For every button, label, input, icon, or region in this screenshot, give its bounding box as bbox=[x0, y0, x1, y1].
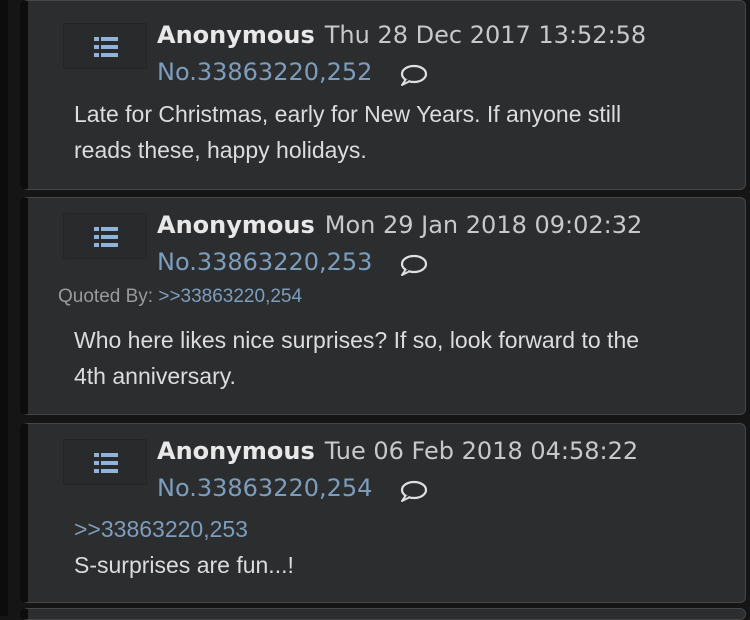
post-body: S-surprises are fun...! bbox=[74, 547, 734, 583]
post-33863220-254: Anonymous Tue 06 Feb 2018 04:58:22 No.338… bbox=[20, 423, 746, 603]
post-33863220-253: Anonymous Mon 29 Jan 2018 09:02:32 No.338… bbox=[20, 197, 746, 415]
post-body-line: reads these, happy holidays. bbox=[74, 137, 367, 163]
post-number-link[interactable]: No.33863220,254 bbox=[157, 474, 372, 502]
left-rail bbox=[0, 0, 8, 616]
post-body-line: Who here likes nice surprises? If so, lo… bbox=[74, 327, 640, 353]
post-body-line: Late for Christmas, early for New Years.… bbox=[74, 101, 622, 127]
menu-list-icon bbox=[94, 37, 118, 57]
post-body-line: 4th anniversary. bbox=[74, 363, 236, 389]
quoted-by: Quoted By: >>33863220,254 bbox=[58, 286, 302, 308]
next-post-edge bbox=[20, 608, 746, 620]
post-date: Mon 29 Jan 2018 09:02:32 bbox=[324, 211, 643, 239]
post-number-link[interactable]: No.33863220,252 bbox=[157, 58, 372, 86]
quoted-by-link[interactable]: >>33863220,254 bbox=[158, 286, 302, 307]
post-body: Who here likes nice surprises? If so, lo… bbox=[74, 322, 734, 394]
author-name: Anonymous bbox=[157, 211, 315, 239]
post-body-line: S-surprises are fun...! bbox=[74, 552, 294, 578]
quote-link[interactable]: >>33863220,253 bbox=[74, 516, 248, 543]
post-number-link[interactable]: No.33863220,253 bbox=[157, 248, 372, 276]
post-menu-button[interactable] bbox=[63, 213, 147, 259]
post-author: Anonymous Tue 06 Feb 2018 04:58:22 bbox=[157, 437, 638, 465]
post-menu-button[interactable] bbox=[63, 439, 147, 485]
quoted-by-label: Quoted By: bbox=[58, 286, 154, 307]
speech-bubble-icon[interactable] bbox=[398, 480, 428, 502]
post-author: Anonymous Thu 28 Dec 2017 13:52:58 bbox=[157, 21, 646, 49]
post-body: Late for Christmas, early for New Years.… bbox=[74, 96, 734, 168]
author-name: Anonymous bbox=[157, 21, 315, 49]
post-date: Tue 06 Feb 2018 04:58:22 bbox=[324, 437, 639, 465]
post-date: Thu 28 Dec 2017 13:52:58 bbox=[324, 21, 647, 49]
post-33863220-252: Anonymous Thu 28 Dec 2017 13:52:58 No.338… bbox=[20, 0, 746, 190]
post-author: Anonymous Mon 29 Jan 2018 09:02:32 bbox=[157, 211, 642, 239]
post-menu-button[interactable] bbox=[63, 23, 147, 69]
menu-list-icon bbox=[94, 453, 118, 473]
speech-bubble-icon[interactable] bbox=[398, 254, 428, 276]
menu-list-icon bbox=[94, 227, 118, 247]
author-name: Anonymous bbox=[157, 437, 315, 465]
speech-bubble-icon[interactable] bbox=[398, 64, 428, 86]
